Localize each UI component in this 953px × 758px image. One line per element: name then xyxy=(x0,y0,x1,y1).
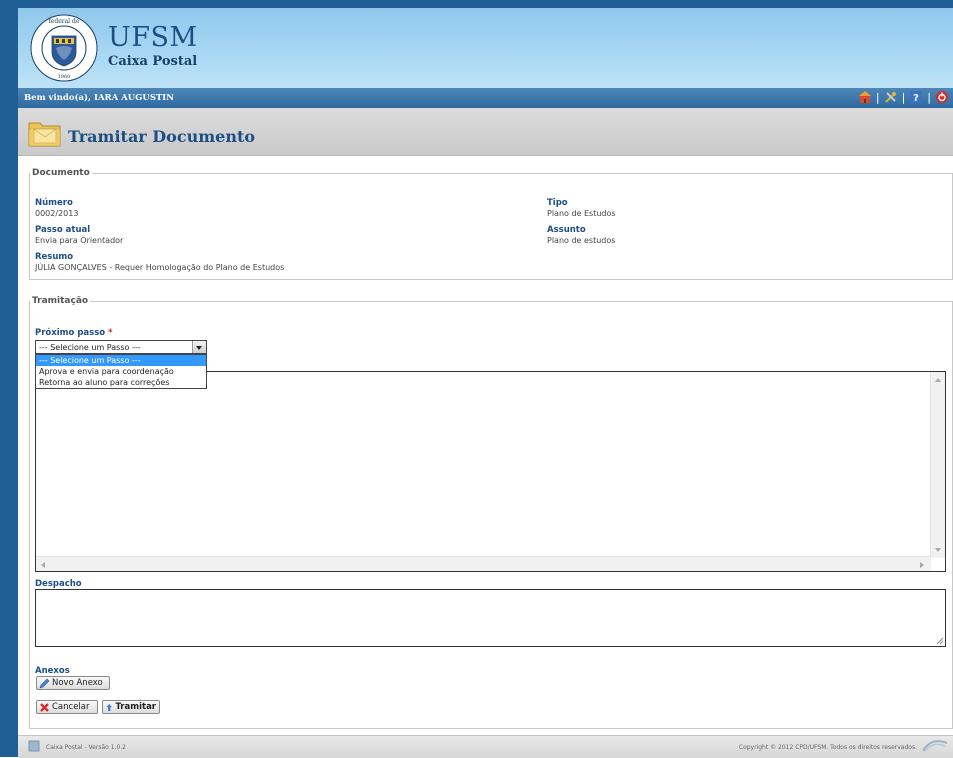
app-subtitle: Caixa Postal xyxy=(108,54,198,69)
toolbar-icons: | | ? | xyxy=(858,90,949,104)
folder-mail-icon xyxy=(28,122,61,147)
resumo-value: JÚLIA GONÇALVES - Requer Homologação do … xyxy=(35,263,285,272)
left-border xyxy=(0,0,18,757)
svg-text:federal de: federal de xyxy=(49,18,80,25)
horizontal-scrollbar[interactable] xyxy=(36,556,931,571)
assunto-label: Assunto xyxy=(547,225,586,235)
app-footer: Caixa Postal - Versão 1.0.2 Copyright © … xyxy=(18,735,953,758)
passo-atual-value: Envia para Orientador xyxy=(35,236,124,245)
novo-anexo-label: Novo Anexo xyxy=(52,678,103,688)
resumo-label: Resumo xyxy=(35,252,74,262)
svg-text:?: ? xyxy=(913,93,919,104)
numero-value: 0002/2013 xyxy=(35,209,79,218)
rich-text-editor[interactable] xyxy=(35,371,946,572)
toolbar-separator: | xyxy=(901,90,906,104)
despacho-label: Despacho xyxy=(35,579,82,589)
tramitacao-fieldset: Tramitação Próximo passo * --- Selecione… xyxy=(29,296,953,729)
cancelar-button[interactable]: Cancelar xyxy=(36,700,98,714)
cancel-x-icon xyxy=(40,702,49,712)
pencil-icon xyxy=(39,678,50,688)
home-icon[interactable] xyxy=(858,90,872,104)
page: federal de 1960 UFSM Caixa Postal Bem vi… xyxy=(18,8,953,758)
dropdown-option[interactable]: Aprova e envia para coordenação xyxy=(36,366,206,377)
page-header: Tramitar Documento xyxy=(18,108,953,156)
documento-legend: Documento xyxy=(32,168,90,178)
cancelar-label: Cancelar xyxy=(52,702,90,712)
passo-atual-label: Passo atual xyxy=(35,225,91,235)
copyright-text: Copyright © 2012 CPD/UFSM. Todos os dire… xyxy=(738,744,917,751)
resize-grip-icon[interactable] xyxy=(936,637,944,645)
required-marker: * xyxy=(108,328,113,338)
toolbar-separator: | xyxy=(927,90,931,104)
documento-fieldset: Documento Número 0002/2013 Tipo Plano de… xyxy=(29,168,953,280)
app-header: federal de 1960 UFSM Caixa Postal xyxy=(18,8,953,88)
send-arrow-icon xyxy=(106,703,112,711)
dropdown-option[interactable]: Retorna ao aluno para correções xyxy=(36,377,206,388)
ufsm-seal-logo: federal de 1960 xyxy=(30,14,98,82)
app-title: UFSM xyxy=(108,22,198,53)
proximo-passo-select[interactable]: --- Selecione um Passo --- xyxy=(35,340,207,354)
proximo-passo-text: Próximo passo xyxy=(35,328,106,338)
scroll-arrows xyxy=(935,378,941,552)
chevron-down-icon[interactable] xyxy=(192,341,206,353)
anexos-label: Anexos xyxy=(35,666,70,676)
brand: UFSM Caixa Postal xyxy=(108,22,198,70)
page-title: Tramitar Documento xyxy=(68,127,256,146)
svg-text:1960: 1960 xyxy=(58,74,71,80)
welcome-text: Bem vindo(a), IARA AUGUSTIN xyxy=(24,93,175,103)
despacho-textarea[interactable] xyxy=(35,589,946,647)
cpd-logo-icon xyxy=(922,740,948,752)
assunto-value: Plano de estudos xyxy=(547,236,616,245)
app-footer-icon xyxy=(28,740,40,752)
tramitar-button[interactable]: Tramitar xyxy=(102,700,160,714)
select-value: --- Selecione um Passo --- xyxy=(39,343,141,352)
proximo-passo-dropdown: --- Selecione um Passo --- Aprova e envi… xyxy=(35,354,207,389)
vertical-scrollbar[interactable] xyxy=(930,372,945,558)
welcome-bar: Bem vindo(a), IARA AUGUSTIN | | ? | xyxy=(18,88,953,108)
dropdown-option[interactable]: --- Selecione um Passo --- xyxy=(36,355,206,366)
proximo-passo-label: Próximo passo * xyxy=(35,328,113,338)
tipo-value: Plano de Estudos xyxy=(547,209,616,218)
tools-icon[interactable] xyxy=(884,90,898,104)
novo-anexo-button[interactable]: Novo Anexo xyxy=(36,676,110,690)
scroll-arrows-h xyxy=(41,562,924,568)
help-icon[interactable]: ? xyxy=(909,90,923,104)
version-text: Caixa Postal - Versão 1.0.2 xyxy=(46,744,126,751)
numero-label: Número xyxy=(35,198,73,208)
browser-frame: federal de 1960 UFSM Caixa Postal Bem vi… xyxy=(0,0,953,758)
top-border xyxy=(0,0,953,8)
toolbar-separator: | xyxy=(875,90,880,104)
tramitar-label: Tramitar xyxy=(115,702,156,712)
logout-icon[interactable] xyxy=(935,90,949,104)
tramitacao-legend: Tramitação xyxy=(32,296,89,306)
tipo-label: Tipo xyxy=(547,198,568,208)
